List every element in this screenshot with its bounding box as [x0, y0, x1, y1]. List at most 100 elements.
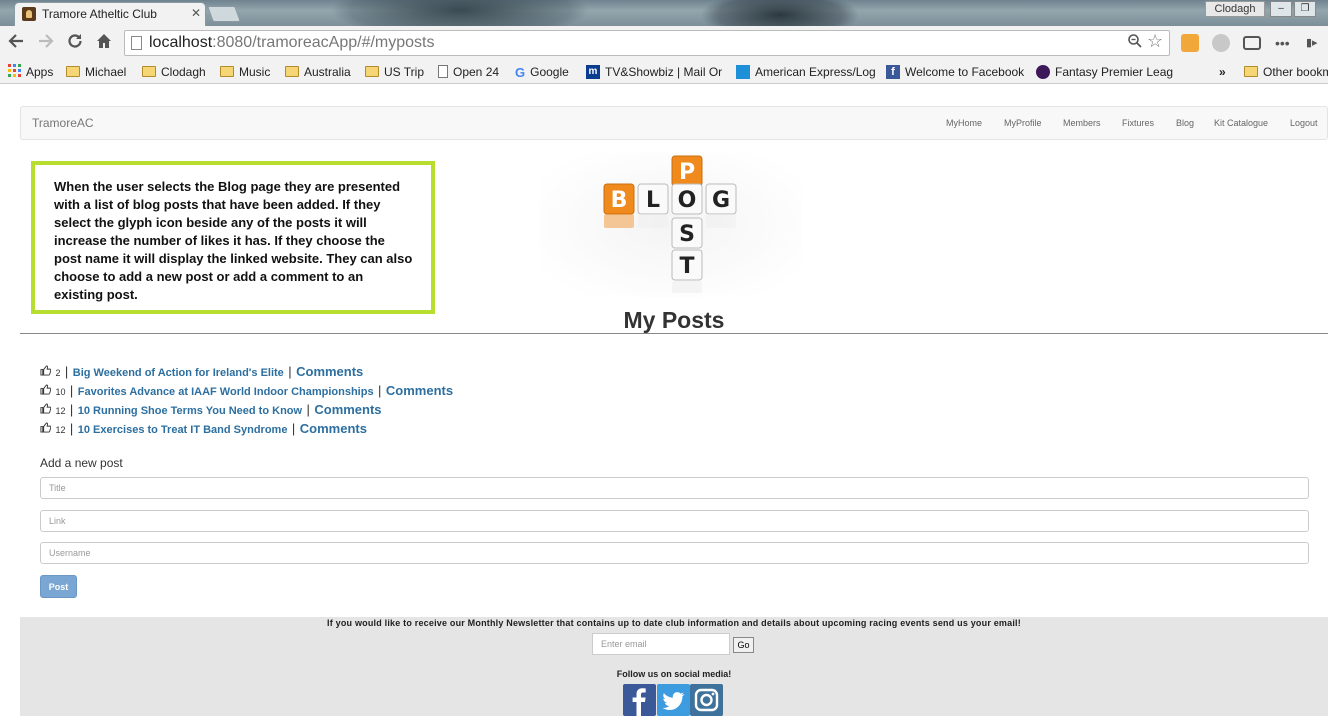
svg-text:O: O: [678, 188, 697, 213]
folder-icon: [66, 66, 80, 78]
bookmark-label: American Express/Log: [755, 65, 876, 79]
post-title-link[interactable]: 10 Exercises to Treat IT Band Syndrome: [78, 424, 288, 436]
site-favicon-icon: [22, 7, 36, 21]
svg-text:L: L: [646, 188, 660, 213]
like-count: 2: [55, 368, 61, 378]
theme-artwork: [330, 0, 590, 26]
separator: |: [306, 402, 310, 417]
link-input[interactable]: [41, 511, 1308, 531]
new-tab-button[interactable]: [207, 6, 241, 22]
site-navbar: TramoreAC MyHome MyProfile Members Fixtu…: [20, 106, 1328, 140]
zoom-icon[interactable]: [1127, 33, 1143, 54]
browser-tab-strip: Tramore Atheltic Club ✕ Clodagh – ❐: [0, 0, 1328, 26]
bookmark-folder-clodagh[interactable]: Clodagh: [142, 63, 206, 81]
nav-kit-catalogue[interactable]: Kit Catalogue: [1214, 118, 1268, 128]
nav-blog[interactable]: Blog: [1176, 118, 1194, 128]
nav-logout[interactable]: Logout: [1290, 118, 1318, 128]
logo-tile: S: [671, 217, 703, 249]
bookmark-google[interactable]: G Google: [515, 63, 569, 81]
menu-icon[interactable]: ▮▸: [1306, 34, 1324, 52]
logo-tile: G: [705, 183, 737, 215]
bookmark-folder-australia[interactable]: Australia: [285, 63, 351, 81]
apps-grid-icon: [8, 63, 21, 82]
separator: |: [291, 421, 296, 436]
comments-link[interactable]: Comments: [314, 402, 381, 417]
separator: |: [69, 383, 74, 398]
follow-text: Follow us on social media!: [616, 669, 732, 679]
nav-myhome[interactable]: MyHome: [946, 118, 982, 128]
comments-link[interactable]: Comments: [386, 383, 453, 398]
separator: |: [288, 364, 292, 379]
extension-feed-icon[interactable]: [1181, 34, 1199, 52]
bookmark-folder-michael[interactable]: Michael: [66, 63, 126, 81]
tab-close-icon[interactable]: ✕: [191, 6, 201, 20]
svg-text:G: G: [712, 188, 730, 213]
title-field-wrapper: [40, 477, 1309, 499]
bookmark-other-bookmarks[interactable]: Other bookm: [1244, 63, 1328, 81]
logo-reflection: [672, 281, 702, 293]
home-icon[interactable]: [93, 32, 115, 54]
list-item: 12 | 10 Running Shoe Terms You Need to K…: [40, 401, 453, 420]
extension-circle-icon[interactable]: [1212, 34, 1230, 52]
forward-arrow-icon[interactable]: [35, 32, 57, 54]
bookmark-american-express[interactable]: American Express/Log: [736, 63, 876, 81]
comments-link[interactable]: Comments: [300, 421, 367, 436]
address-bar[interactable]: localhost:8080/tramoreacApp/#/myposts ☆: [124, 30, 1170, 56]
list-item: 10 | Favorites Advance at IAAF World Ind…: [40, 382, 453, 401]
thumbs-up-icon[interactable]: [40, 422, 52, 436]
comments-link[interactable]: Comments: [296, 364, 363, 379]
thumbs-up-icon[interactable]: [40, 384, 52, 398]
title-input[interactable]: [41, 478, 1308, 498]
bookmark-mail-online[interactable]: m TV&Showbiz | Mail Or: [586, 63, 722, 81]
bookmark-apps[interactable]: Apps: [8, 63, 53, 81]
bookmarks-bar: Apps Michael Clodagh Music Australia US …: [0, 60, 1328, 84]
bookmark-folder-music[interactable]: Music: [220, 63, 270, 81]
restore-icon[interactable]: ❐: [1294, 1, 1316, 17]
facebook-icon[interactable]: [623, 684, 656, 716]
url-text[interactable]: localhost:8080/tramoreacApp/#/myposts: [149, 34, 435, 52]
bookmark-folder-us-trip[interactable]: US Trip: [365, 63, 424, 81]
back-arrow-icon[interactable]: [5, 32, 27, 54]
site-brand[interactable]: TramoreAC: [32, 116, 94, 130]
nav-members[interactable]: Members: [1063, 118, 1101, 128]
theme-artwork: [700, 0, 860, 26]
username-field-wrapper: [40, 542, 1309, 564]
more-bookmarks-chevron-icon[interactable]: »: [1219, 63, 1226, 81]
bookmark-open-24[interactable]: Open 24: [438, 63, 499, 81]
nav-myprofile[interactable]: MyProfile: [1004, 118, 1042, 128]
post-title-link[interactable]: 10 Running Shoe Terms You Need to Know: [78, 405, 302, 417]
extension-dots-icon[interactable]: •••: [1275, 34, 1293, 52]
blog-post-logo: P B L O G S T: [540, 152, 802, 297]
cast-icon[interactable]: [1243, 36, 1261, 50]
minimize-icon[interactable]: –: [1270, 1, 1292, 17]
browser-user-profile[interactable]: Clodagh: [1205, 1, 1265, 17]
twitter-icon[interactable]: [657, 684, 690, 716]
link-field-wrapper: [40, 510, 1309, 532]
go-button[interactable]: Go: [733, 637, 754, 653]
mail-online-icon: m: [586, 64, 600, 79]
bookmark-star-icon[interactable]: ☆: [1147, 31, 1163, 52]
bookmark-label: Australia: [304, 65, 351, 79]
separator: |: [69, 421, 74, 436]
post-button[interactable]: Post: [40, 575, 77, 598]
bookmark-fantasy-premier-league[interactable]: Fantasy Premier Leag: [1036, 63, 1173, 81]
like-count: 12: [55, 425, 66, 435]
instagram-icon[interactable]: [690, 684, 723, 716]
page-icon: [438, 65, 448, 79]
page-icon: [131, 36, 142, 50]
thumbs-up-icon[interactable]: [40, 403, 52, 417]
thumbs-up-icon[interactable]: [40, 365, 52, 379]
username-input[interactable]: [41, 543, 1308, 563]
like-count: 10: [55, 387, 66, 397]
post-title-link[interactable]: Big Weekend of Action for Ireland's Elit…: [73, 367, 284, 379]
nav-fixtures[interactable]: Fixtures: [1122, 118, 1154, 128]
bookmark-facebook[interactable]: f Welcome to Facebook: [886, 63, 1024, 81]
bookmark-label: Clodagh: [161, 65, 206, 79]
reload-icon[interactable]: [64, 32, 86, 54]
post-title-link[interactable]: Favorites Advance at IAAF World Indoor C…: [78, 386, 374, 398]
email-input[interactable]: [593, 634, 729, 654]
folder-icon: [220, 66, 234, 78]
premier-league-icon: [1036, 64, 1050, 79]
amex-icon: [736, 64, 750, 79]
browser-tab-active[interactable]: Tramore Atheltic Club ✕: [14, 2, 206, 26]
